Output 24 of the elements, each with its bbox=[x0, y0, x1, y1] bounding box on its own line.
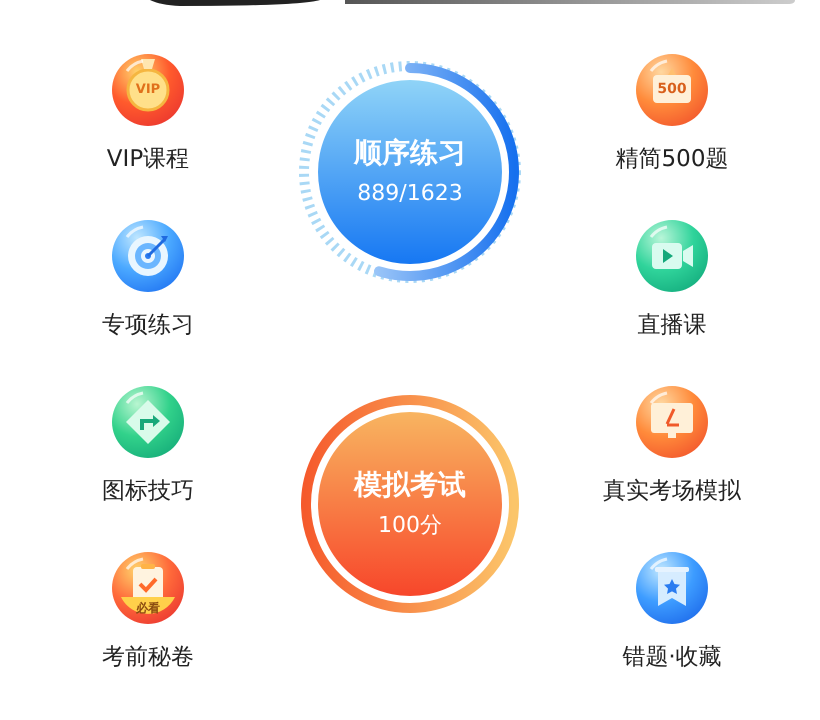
menu-item-label[interactable]: 错题·收藏 bbox=[622, 642, 722, 672]
score-text: 100分 bbox=[378, 512, 442, 540]
medal-icon[interactable] bbox=[111, 53, 185, 127]
practice-button[interactable] bbox=[318, 80, 502, 264]
circle-title: 顺序练习 bbox=[354, 136, 466, 170]
exam-button[interactable] bbox=[318, 412, 502, 596]
video-camera-icon[interactable] bbox=[635, 219, 709, 293]
target-icon[interactable] bbox=[111, 219, 185, 293]
icon-text: 必看 bbox=[136, 601, 160, 616]
circle-title: 模拟考试 bbox=[354, 468, 466, 502]
menu-item-label[interactable]: 真实考场模拟 bbox=[603, 476, 741, 506]
signboard-icon[interactable] bbox=[635, 53, 709, 127]
monitor-icon[interactable] bbox=[635, 385, 709, 459]
menu-item-label[interactable]: 考前秘卷 bbox=[102, 642, 194, 672]
menu-item-label[interactable]: 直播课 bbox=[638, 310, 706, 340]
road-sign-icon[interactable] bbox=[111, 385, 185, 459]
icon-text: VIP bbox=[136, 82, 160, 97]
clipboard-icon[interactable] bbox=[111, 551, 185, 625]
menu-item-label[interactable]: 专项练习 bbox=[102, 310, 194, 340]
menu-item-label[interactable]: VIP课程 bbox=[106, 144, 190, 174]
menu-item-label[interactable]: 精简500题 bbox=[616, 144, 728, 174]
icon-text: 500 bbox=[657, 82, 687, 97]
progress-count: 889/1623 bbox=[357, 180, 463, 208]
menu-item-label[interactable]: 图标技巧 bbox=[102, 476, 194, 506]
